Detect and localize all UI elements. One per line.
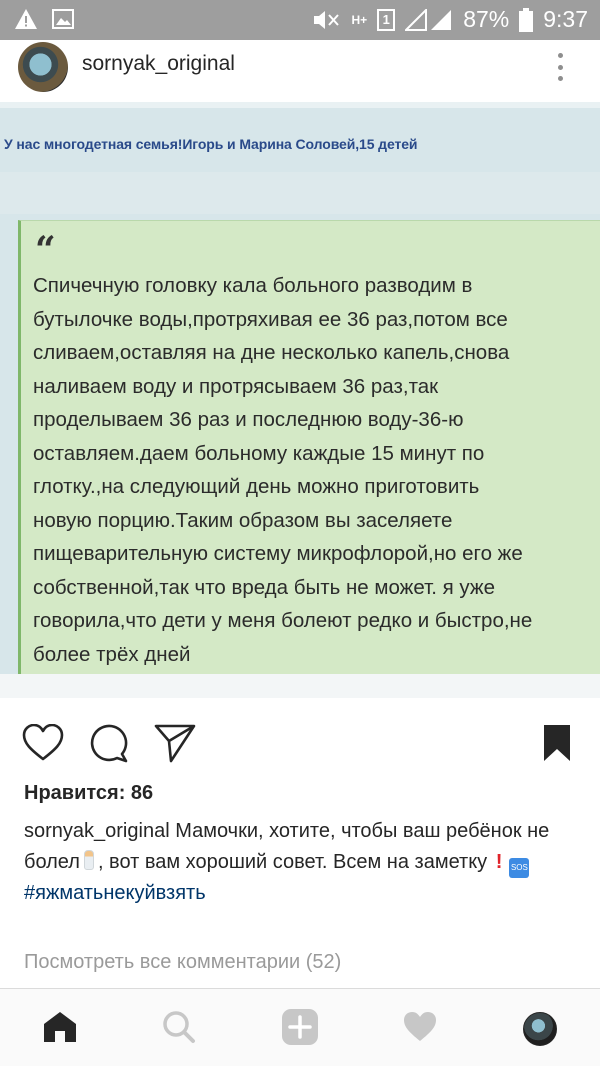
dot-icon (557, 64, 563, 70)
quote-box: “ Спичечную головку кала больного развод… (18, 220, 600, 674)
nav-home[interactable] (38, 1007, 82, 1051)
post-image[interactable]: У нас многодетная семья!Игорь и Марина С… (0, 102, 600, 698)
image-header-text: У нас многодетная семья!Игорь и Марина С… (4, 136, 418, 152)
baby-bottle-icon (83, 850, 94, 870)
quote-line: наливаем воду и протрясываем 36 раз,так (33, 374, 439, 398)
image-top-band (0, 102, 600, 108)
more-options-button[interactable] (548, 50, 572, 84)
image-icon (52, 8, 74, 30)
caption-text-2: , вот вам хороший совет. Всем на заметку (97, 851, 488, 873)
home-icon (42, 1010, 78, 1049)
nav-add[interactable] (278, 1007, 322, 1051)
exclamation-icon: ! (495, 851, 503, 873)
heart-icon (402, 1011, 438, 1048)
add-post-icon (281, 1008, 319, 1051)
caption-username[interactable]: sornyak_original (24, 820, 170, 842)
post-caption: sornyak_original Мамочки, хотите, чтобы … (24, 816, 584, 909)
quote-line: говорила,что дети у меня болеют редко и … (33, 609, 533, 632)
nav-search[interactable] (157, 1007, 201, 1051)
heart-icon (22, 723, 64, 767)
hashtag-link[interactable]: #яжматьнекуйвзять (24, 882, 206, 904)
nav-profile[interactable] (518, 1007, 562, 1051)
dot-icon (557, 53, 563, 58)
profile-avatar (523, 1012, 557, 1046)
quote-line: новую порцию.Таким образом вы заселяете (33, 508, 453, 532)
mute-icon (312, 8, 342, 32)
comment-button[interactable] (86, 722, 132, 768)
save-button[interactable] (534, 722, 580, 768)
quote-line: оставляем.даем больному каждые 15 минут … (33, 441, 485, 465)
action-bar (0, 714, 600, 774)
image-strip (0, 172, 600, 214)
quote-line: собственной,так что вреда быть не может.… (33, 575, 496, 599)
image-bottom-band (0, 674, 600, 698)
like-button[interactable] (20, 722, 66, 768)
quote-mark: “ (35, 229, 56, 271)
quote-line: бутылочке воды,протряхивая ее 36 раз,пот… (33, 307, 508, 331)
search-icon (162, 1010, 196, 1049)
nav-activity[interactable] (398, 1007, 442, 1051)
likes-count[interactable]: Нравится: 86 (24, 782, 153, 805)
signal-icon (405, 8, 453, 31)
bottom-nav (0, 988, 600, 1066)
quote-line: Спичечную головку кала больного разводим… (33, 274, 473, 297)
view-comments-link[interactable]: Посмотреть все комментарии (52) (24, 951, 341, 974)
bookmark-icon (542, 724, 572, 767)
comment-icon (89, 723, 129, 768)
dot-icon (557, 76, 563, 81)
quote-line: пищеварительную систему микрофлорой,но е… (33, 542, 523, 565)
quote-line: глотку.,на следующий день можно приготов… (33, 475, 480, 498)
post-username[interactable]: sornyak_original (82, 52, 235, 76)
status-bar: H+ 1 87% 9:37 (0, 0, 600, 40)
battery-icon (519, 7, 534, 32)
network-type: H+ (351, 12, 368, 27)
quote-line: более трёх дней (33, 642, 191, 666)
clock: 9:37 (543, 6, 588, 32)
share-button[interactable] (152, 722, 198, 768)
post-header: sornyak_original (0, 40, 600, 102)
quote-text: Спичечную головку кала больного разводим… (33, 269, 599, 671)
send-icon (154, 723, 196, 768)
alert-icon (14, 8, 38, 30)
avatar[interactable] (18, 42, 68, 92)
quote-line: проделываем 36 раз и последнюю воду-36-ю (33, 408, 464, 431)
sim-indicator: 1 (377, 8, 396, 31)
battery-percent: 87% (463, 6, 510, 32)
quote-line: сливаем,оставляя на дне несколько капель… (33, 341, 510, 364)
sos-icon: SOS (509, 858, 530, 878)
